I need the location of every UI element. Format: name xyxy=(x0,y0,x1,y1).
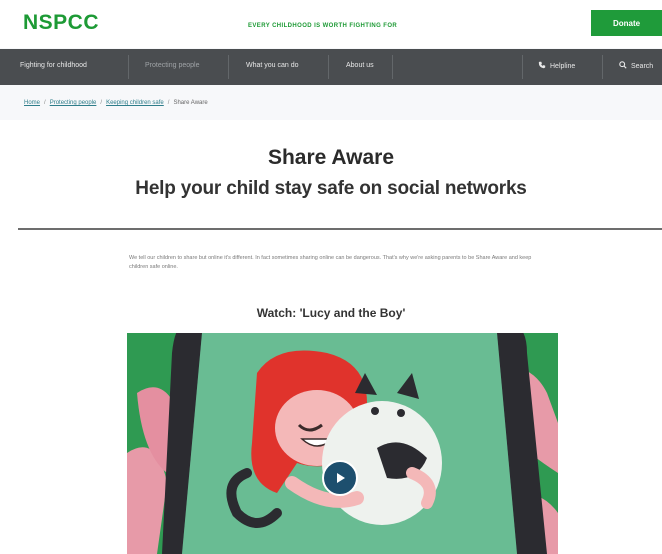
breadcrumb-current: Share Aware xyxy=(173,100,208,106)
nav-divider xyxy=(392,55,393,79)
search-icon xyxy=(619,61,627,71)
site-header: NSPCC EVERY CHILDHOOD IS WORTH FIGHTING … xyxy=(0,0,662,48)
nav-divider xyxy=(228,55,229,79)
search-link[interactable]: Search xyxy=(619,61,653,71)
breadcrumb: Home / Protecting people / Keeping children … xyxy=(24,100,208,106)
breadcrumb-keeping-children-safe[interactable]: Keeping children safe xyxy=(106,100,164,106)
nspcc-logo[interactable]: NSPCC xyxy=(23,11,99,35)
nav-item-about-us[interactable]: About us xyxy=(346,62,374,69)
nav-divider xyxy=(602,55,603,79)
page: NSPCC EVERY CHILDHOOD IS WORTH FIGHTING … xyxy=(0,0,662,554)
intro-paragraph: We tell our children to share but online… xyxy=(129,255,532,270)
section-divider xyxy=(18,228,662,230)
nav-item-what-you-can-do[interactable]: What you can do xyxy=(246,62,299,69)
play-icon xyxy=(334,472,346,484)
nav-divider xyxy=(328,55,329,79)
breadcrumb-separator: / xyxy=(167,100,170,106)
nav-divider xyxy=(522,55,523,79)
donate-button[interactable]: Donate xyxy=(591,10,662,36)
helpline-link[interactable]: Helpline xyxy=(538,61,575,71)
play-button[interactable] xyxy=(322,460,358,496)
breadcrumb-separator: / xyxy=(100,100,103,106)
page-title: Share Aware xyxy=(267,146,395,169)
page-subtitle: Help your child stay safe on social netw… xyxy=(135,178,527,199)
nav-divider xyxy=(128,55,129,79)
phone-icon xyxy=(538,61,546,71)
video-heading: Watch: 'Lucy and the Boy' xyxy=(256,306,406,320)
video-thumbnail-illustration xyxy=(127,333,558,554)
nav-item-fighting-for-childhood[interactable]: Fighting for childhood xyxy=(20,62,87,69)
nav-item-protecting-people[interactable]: Protecting people xyxy=(145,62,199,69)
breadcrumb-separator: / xyxy=(44,100,46,106)
breadcrumb-home[interactable]: Home xyxy=(24,100,40,106)
main-nav: Fighting for childhood Protecting people… xyxy=(0,49,662,85)
site-tagline: EVERY CHILDHOOD IS WORTH FIGHTING FOR xyxy=(248,23,398,29)
video-player[interactable] xyxy=(127,333,558,554)
breadcrumb-protecting-people[interactable]: Protecting people xyxy=(50,100,97,106)
helpline-label: Helpline xyxy=(550,62,576,70)
search-label: Search xyxy=(631,62,654,70)
